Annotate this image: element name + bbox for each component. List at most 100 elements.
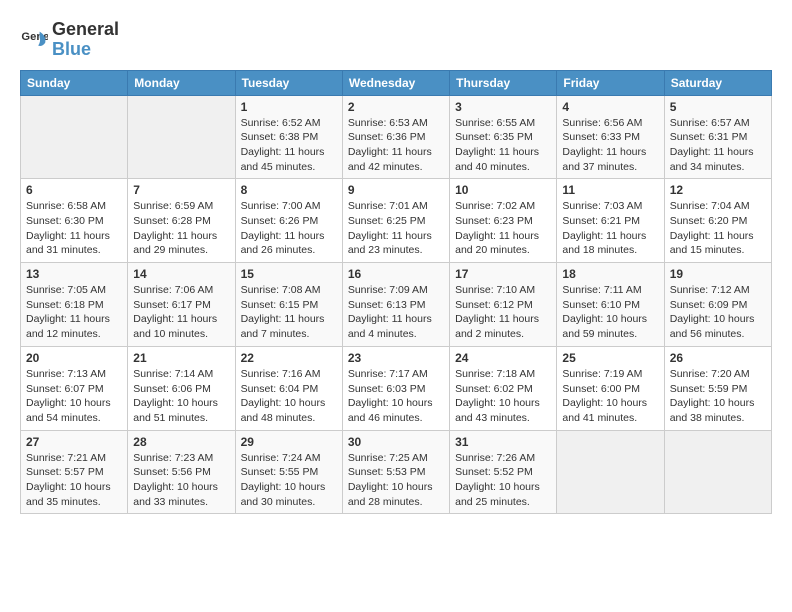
day-number: 20	[26, 351, 122, 365]
calendar-week-row: 20Sunrise: 7:13 AM Sunset: 6:07 PM Dayli…	[21, 346, 772, 430]
day-number: 3	[455, 100, 551, 114]
calendar-cell	[557, 430, 664, 514]
calendar-cell: 9 Sunrise: 7:01 AM Sunset: 6:25 PM Daylig…	[342, 179, 449, 263]
calendar-cell	[664, 430, 771, 514]
calendar-cell: 4Sunrise: 6:56 AM Sunset: 6:33 PM Daylig…	[557, 95, 664, 179]
day-number: 5	[670, 100, 766, 114]
day-number: 16	[348, 267, 444, 281]
calendar-table: SundayMondayTuesdayWednesdayThursdayFrid…	[20, 70, 772, 515]
calendar-cell: 30Sunrise: 7:25 AM Sunset: 5:53 PM Dayli…	[342, 430, 449, 514]
day-info: Sunrise: 7:01 AM Sunset: 6:25 PM Dayligh…	[348, 199, 444, 258]
day-number: 31	[455, 435, 551, 449]
calendar-cell: 21 Sunrise: 7:14 AM Sunset: 6:06 PM Dayli…	[128, 346, 235, 430]
calendar-cell: 25Sunrise: 7:19 AM Sunset: 6:00 PM Dayli…	[557, 346, 664, 430]
day-number: 14	[133, 267, 229, 281]
day-number: 23	[348, 351, 444, 365]
calendar-cell: 1 Sunrise: 6:52 AM Sunset: 6:38 PM Daylig…	[235, 95, 342, 179]
day-info: Sunrise: 7:04 AM Sunset: 6:20 PM Dayligh…	[670, 199, 766, 258]
day-info: Sunrise: 7:00 AM Sunset: 6:26 PM Dayligh…	[241, 199, 337, 258]
day-info: Sunrise: 6:57 AM Sunset: 6:31 PM Dayligh…	[670, 116, 766, 175]
day-number: 17	[455, 267, 551, 281]
day-info: Sunrise: 7:03 AM Sunset: 6:21 PM Dayligh…	[562, 199, 658, 258]
day-of-week-header: Saturday	[664, 70, 771, 95]
calendar-cell: 31 Sunrise: 7:26 AM Sunset: 5:52 PM Dayli…	[450, 430, 557, 514]
day-number: 6	[26, 183, 122, 197]
logo: General GeneralBlue	[20, 20, 119, 60]
calendar-cell: 17 Sunrise: 7:10 AM Sunset: 6:12 PM Dayli…	[450, 263, 557, 347]
calendar-cell: 16 Sunrise: 7:09 AM Sunset: 6:13 PM Dayli…	[342, 263, 449, 347]
day-number: 19	[670, 267, 766, 281]
day-number: 12	[670, 183, 766, 197]
calendar-cell: 8 Sunrise: 7:00 AM Sunset: 6:26 PM Daylig…	[235, 179, 342, 263]
calendar-cell: 20Sunrise: 7:13 AM Sunset: 6:07 PM Dayli…	[21, 346, 128, 430]
day-number: 26	[670, 351, 766, 365]
day-info: Sunrise: 7:10 AM Sunset: 6:12 PM Dayligh…	[455, 283, 551, 342]
calendar-cell: 13 Sunrise: 7:05 AM Sunset: 6:18 PM Dayli…	[21, 263, 128, 347]
day-info: Sunrise: 7:21 AM Sunset: 5:57 PM Dayligh…	[26, 451, 122, 510]
page-header: General GeneralBlue	[20, 20, 772, 60]
calendar-cell: 19 Sunrise: 7:12 AM Sunset: 6:09 PM Dayli…	[664, 263, 771, 347]
day-info: Sunrise: 7:25 AM Sunset: 5:53 PM Dayligh…	[348, 451, 444, 510]
day-info: Sunrise: 7:18 AM Sunset: 6:02 PM Dayligh…	[455, 367, 551, 426]
day-number: 7	[133, 183, 229, 197]
calendar-cell: 18 Sunrise: 7:11 AM Sunset: 6:10 PM Dayli…	[557, 263, 664, 347]
day-number: 22	[241, 351, 337, 365]
day-number: 13	[26, 267, 122, 281]
day-number: 10	[455, 183, 551, 197]
day-number: 27	[26, 435, 122, 449]
calendar-cell: 15Sunrise: 7:08 AM Sunset: 6:15 PM Dayli…	[235, 263, 342, 347]
day-info: Sunrise: 7:06 AM Sunset: 6:17 PM Dayligh…	[133, 283, 229, 342]
day-info: Sunrise: 7:09 AM Sunset: 6:13 PM Dayligh…	[348, 283, 444, 342]
day-info: Sunrise: 6:52 AM Sunset: 6:38 PM Dayligh…	[241, 116, 337, 175]
calendar-cell: 10 Sunrise: 7:02 AM Sunset: 6:23 PM Dayli…	[450, 179, 557, 263]
calendar-week-row: 1 Sunrise: 6:52 AM Sunset: 6:38 PM Daylig…	[21, 95, 772, 179]
logo-text: GeneralBlue	[52, 20, 119, 60]
calendar-cell: 3 Sunrise: 6:55 AM Sunset: 6:35 PM Daylig…	[450, 95, 557, 179]
day-number: 18	[562, 267, 658, 281]
calendar-cell: 29Sunrise: 7:24 AM Sunset: 5:55 PM Dayli…	[235, 430, 342, 514]
day-info: Sunrise: 7:11 AM Sunset: 6:10 PM Dayligh…	[562, 283, 658, 342]
day-of-week-header: Monday	[128, 70, 235, 95]
calendar-cell	[21, 95, 128, 179]
day-number: 9	[348, 183, 444, 197]
day-number: 21	[133, 351, 229, 365]
day-number: 2	[348, 100, 444, 114]
calendar-cell: 12 Sunrise: 7:04 AM Sunset: 6:20 PM Dayli…	[664, 179, 771, 263]
day-number: 24	[455, 351, 551, 365]
day-info: Sunrise: 7:20 AM Sunset: 5:59 PM Dayligh…	[670, 367, 766, 426]
calendar-cell: 11Sunrise: 7:03 AM Sunset: 6:21 PM Dayli…	[557, 179, 664, 263]
calendar-week-row: 27 Sunrise: 7:21 AM Sunset: 5:57 PM Dayli…	[21, 430, 772, 514]
day-number: 28	[133, 435, 229, 449]
day-number: 8	[241, 183, 337, 197]
day-info: Sunrise: 7:26 AM Sunset: 5:52 PM Dayligh…	[455, 451, 551, 510]
day-number: 1	[241, 100, 337, 114]
calendar-cell: 23 Sunrise: 7:17 AM Sunset: 6:03 PM Dayli…	[342, 346, 449, 430]
day-info: Sunrise: 6:58 AM Sunset: 6:30 PM Dayligh…	[26, 199, 122, 258]
day-info: Sunrise: 6:59 AM Sunset: 6:28 PM Dayligh…	[133, 199, 229, 258]
calendar-cell: 22 Sunrise: 7:16 AM Sunset: 6:04 PM Dayli…	[235, 346, 342, 430]
day-info: Sunrise: 7:08 AM Sunset: 6:15 PM Dayligh…	[241, 283, 337, 342]
calendar-cell: 26 Sunrise: 7:20 AM Sunset: 5:59 PM Dayli…	[664, 346, 771, 430]
day-of-week-header: Thursday	[450, 70, 557, 95]
day-info: Sunrise: 7:02 AM Sunset: 6:23 PM Dayligh…	[455, 199, 551, 258]
day-info: Sunrise: 6:53 AM Sunset: 6:36 PM Dayligh…	[348, 116, 444, 175]
day-number: 4	[562, 100, 658, 114]
calendar-header-row: SundayMondayTuesdayWednesdayThursdayFrid…	[21, 70, 772, 95]
day-of-week-header: Wednesday	[342, 70, 449, 95]
day-of-week-header: Friday	[557, 70, 664, 95]
day-info: Sunrise: 7:12 AM Sunset: 6:09 PM Dayligh…	[670, 283, 766, 342]
calendar-cell: 24 Sunrise: 7:18 AM Sunset: 6:02 PM Dayli…	[450, 346, 557, 430]
calendar-cell: 7 Sunrise: 6:59 AM Sunset: 6:28 PM Daylig…	[128, 179, 235, 263]
calendar-cell	[128, 95, 235, 179]
day-info: Sunrise: 7:05 AM Sunset: 6:18 PM Dayligh…	[26, 283, 122, 342]
day-of-week-header: Tuesday	[235, 70, 342, 95]
calendar-week-row: 13 Sunrise: 7:05 AM Sunset: 6:18 PM Dayli…	[21, 263, 772, 347]
day-info: Sunrise: 7:19 AM Sunset: 6:00 PM Dayligh…	[562, 367, 658, 426]
day-info: Sunrise: 7:17 AM Sunset: 6:03 PM Dayligh…	[348, 367, 444, 426]
logo-icon: General	[20, 26, 48, 54]
day-info: Sunrise: 7:16 AM Sunset: 6:04 PM Dayligh…	[241, 367, 337, 426]
day-info: Sunrise: 7:14 AM Sunset: 6:06 PM Dayligh…	[133, 367, 229, 426]
calendar-cell: 5 Sunrise: 6:57 AM Sunset: 6:31 PM Daylig…	[664, 95, 771, 179]
day-info: Sunrise: 6:55 AM Sunset: 6:35 PM Dayligh…	[455, 116, 551, 175]
calendar-cell: 28Sunrise: 7:23 AM Sunset: 5:56 PM Dayli…	[128, 430, 235, 514]
